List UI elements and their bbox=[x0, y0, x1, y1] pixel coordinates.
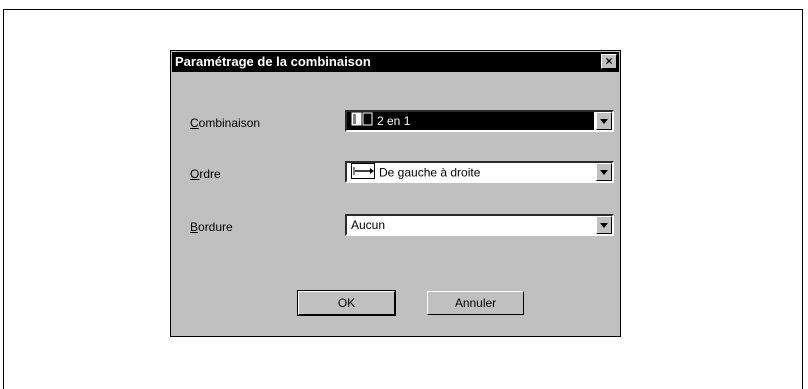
order-selected-value: De gauche à droite bbox=[347, 163, 594, 181]
border-dropdown-button[interactable] bbox=[596, 216, 612, 234]
chevron-down-icon bbox=[600, 118, 608, 124]
combination-label: Combinaison bbox=[190, 116, 261, 130]
chevron-down-icon bbox=[600, 222, 608, 228]
dialog-title: Paramétrage de la combinaison bbox=[175, 54, 371, 69]
close-button[interactable]: × bbox=[601, 54, 617, 69]
chevron-down-icon bbox=[600, 169, 608, 175]
combination-dropdown-button[interactable] bbox=[596, 112, 612, 130]
combination-selected-value: 2 en 1 bbox=[347, 112, 594, 130]
page-layout-icon bbox=[351, 112, 373, 131]
ok-button[interactable]: OK bbox=[297, 290, 396, 316]
order-select[interactable]: De gauche à droite bbox=[345, 161, 614, 183]
order-dropdown-button[interactable] bbox=[596, 163, 612, 181]
dialog-titlebar: Paramétrage de la combinaison × bbox=[172, 52, 619, 72]
combination-settings-dialog: Paramétrage de la combinaison × Combinai… bbox=[170, 50, 621, 337]
close-icon: × bbox=[605, 54, 613, 68]
border-select[interactable]: Aucun bbox=[345, 214, 614, 236]
left-to-right-arrow-icon bbox=[351, 163, 375, 184]
cancel-button[interactable]: Annuler bbox=[427, 291, 524, 315]
combination-select[interactable]: 2 en 1 bbox=[345, 110, 614, 132]
border-label: Bordure bbox=[190, 220, 233, 234]
order-label: Ordre bbox=[190, 167, 221, 181]
border-selected-value: Aucun bbox=[351, 218, 386, 232]
